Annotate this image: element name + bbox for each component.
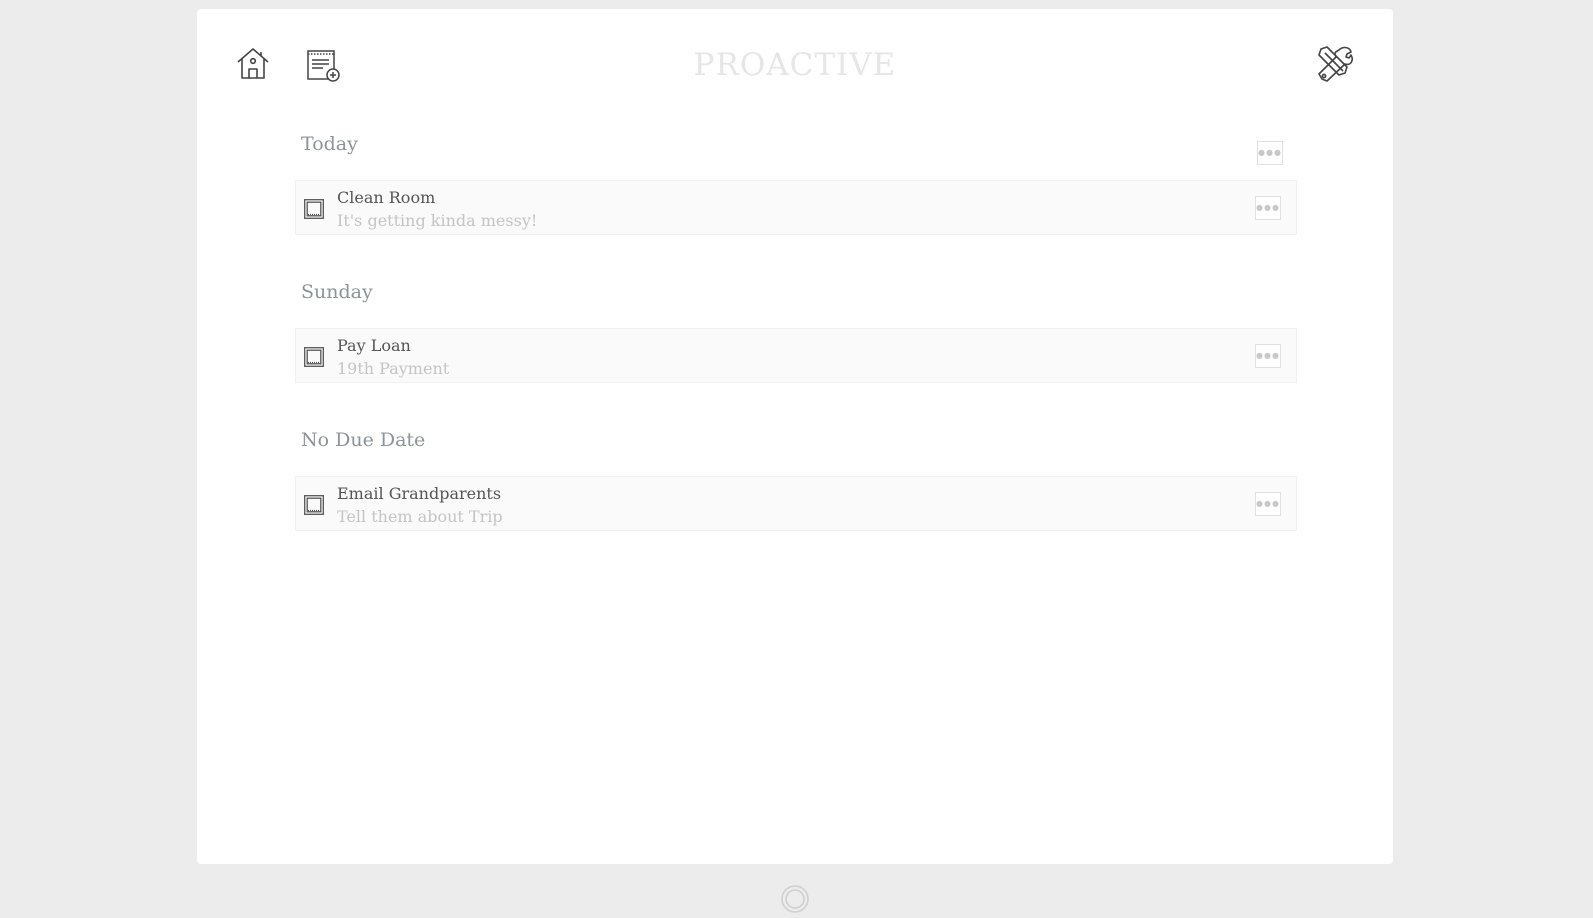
task-item[interactable]: Clean Room It's getting kinda messy! ●●●	[295, 180, 1297, 235]
footer-logo-icon	[780, 884, 810, 914]
section-more-button[interactable]: ●●●	[1257, 141, 1283, 165]
section-no-due-date: No Due Date Email Grandparents Tell them…	[295, 425, 1297, 531]
task-description: Tell them about Trip	[337, 507, 503, 526]
task-more-button[interactable]: ●●●	[1255, 492, 1281, 516]
checkbox-icon[interactable]	[304, 199, 324, 219]
section-title: Sunday	[301, 281, 373, 303]
task-more-button[interactable]: ●●●	[1255, 196, 1281, 220]
app-title: PROACTIVE	[693, 47, 897, 83]
more-dots-icon: ●●●	[1258, 148, 1282, 157]
checkbox-icon[interactable]	[304, 347, 324, 367]
main-card: PROACTIVE Today ●●● Clean Room It's gett…	[197, 9, 1393, 864]
more-dots-icon: ●●●	[1256, 203, 1280, 212]
more-dots-icon: ●●●	[1256, 499, 1280, 508]
section-header: Today ●●●	[295, 129, 1297, 171]
task-item[interactable]: Pay Loan 19th Payment ●●●	[295, 328, 1297, 383]
checkbox-icon[interactable]	[304, 495, 324, 515]
more-dots-icon: ●●●	[1256, 351, 1280, 360]
section-title: Today	[301, 133, 358, 155]
task-more-button[interactable]: ●●●	[1255, 344, 1281, 368]
task-title: Email Grandparents	[337, 484, 502, 503]
section-title: No Due Date	[301, 429, 426, 451]
task-list: Today ●●● Clean Room It's getting kinda …	[295, 129, 1297, 573]
task-description: 19th Payment	[337, 359, 450, 378]
task-title: Clean Room	[337, 188, 436, 207]
section-sunday: Sunday Pay Loan 19th Payment ●●●	[295, 277, 1297, 383]
section-today: Today ●●● Clean Room It's getting kinda …	[295, 129, 1297, 235]
section-header: Sunday	[295, 277, 1297, 319]
task-description: It's getting kinda messy!	[337, 211, 538, 230]
task-title: Pay Loan	[337, 336, 411, 355]
tools-icon[interactable]	[1317, 45, 1355, 83]
task-item[interactable]: Email Grandparents Tell them about Trip …	[295, 476, 1297, 531]
section-header: No Due Date	[295, 425, 1297, 467]
